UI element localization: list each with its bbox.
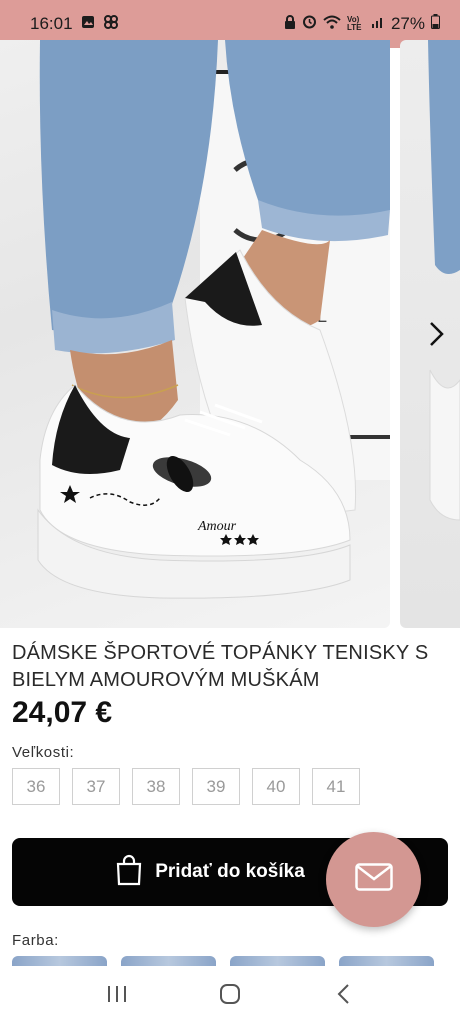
size-option-40[interactable]: 40 bbox=[252, 768, 300, 805]
back-icon[interactable] bbox=[323, 974, 363, 1014]
pinwheel-icon bbox=[103, 14, 119, 35]
product-price: 24,07 € bbox=[12, 696, 113, 729]
battery-icon bbox=[431, 14, 440, 34]
size-option-37[interactable]: 37 bbox=[72, 768, 120, 805]
wifi-icon bbox=[323, 14, 341, 34]
lock-icon bbox=[284, 14, 296, 34]
status-right: Vo) LTE 27% bbox=[284, 14, 440, 34]
network-label: Vo) LTE bbox=[346, 15, 362, 32]
signal-icon bbox=[371, 14, 385, 34]
color-swatch[interactable] bbox=[339, 956, 434, 966]
chevron-right-icon[interactable] bbox=[420, 318, 452, 350]
shoe-print-text: Amour bbox=[197, 519, 237, 534]
color-swatch[interactable] bbox=[12, 956, 107, 966]
shoe-photo-illustration: EL bbox=[37, 40, 390, 599]
sizes-label: Veľkosti: bbox=[12, 744, 75, 761]
size-option-36[interactable]: 36 bbox=[12, 768, 60, 805]
product-title: DÁMSKE ŠPORTOVÉ TOPÁNKY TENISKY S BIELYM… bbox=[12, 642, 429, 691]
color-swatches bbox=[12, 956, 434, 966]
status-time: 16:01 bbox=[30, 14, 73, 33]
recent-apps-icon[interactable] bbox=[97, 974, 137, 1014]
status-left: 16:01 bbox=[30, 14, 119, 35]
contact-mail-button[interactable] bbox=[326, 832, 421, 927]
color-swatch[interactable] bbox=[230, 956, 325, 966]
product-gallery[interactable]: EL bbox=[0, 40, 460, 628]
product-photo[interactable]: EL bbox=[0, 40, 390, 628]
size-option-39[interactable]: 39 bbox=[192, 768, 240, 805]
home-icon[interactable] bbox=[210, 974, 250, 1014]
size-option-38[interactable]: 38 bbox=[132, 768, 180, 805]
alarm-icon bbox=[302, 14, 317, 34]
color-label: Farba: bbox=[12, 932, 59, 949]
color-swatch[interactable] bbox=[121, 956, 216, 966]
add-to-cart-label: Pridať do košíka bbox=[155, 861, 305, 882]
shopping-bag-icon bbox=[115, 854, 143, 891]
battery-percent: 27% bbox=[390, 14, 425, 33]
system-nav-bar bbox=[0, 966, 460, 1022]
size-options: 36 37 38 39 40 41 bbox=[12, 768, 360, 805]
size-option-41[interactable]: 41 bbox=[312, 768, 360, 805]
mail-icon bbox=[354, 863, 393, 896]
gallery-icon bbox=[81, 14, 95, 34]
